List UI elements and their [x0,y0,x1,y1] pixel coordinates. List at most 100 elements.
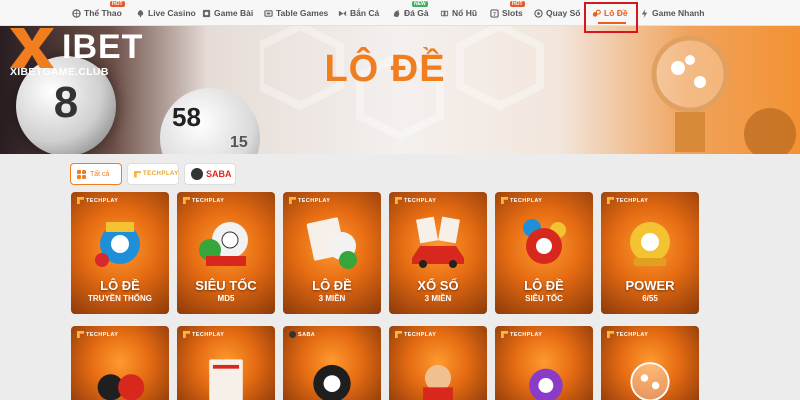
hero-banner: 8 58 15 IBET XIBETGAME.CLUB LÔ ĐỀ [0,26,800,154]
top-nav: Thể Thao HOT Live Casino Game Bài Table … [0,0,800,26]
card-subtitle: MD5 [217,294,235,303]
new-badge: NEW [412,1,428,7]
svg-text:7: 7 [493,11,496,17]
lightning-icon [640,8,649,18]
nav-label: Live Casino [148,8,196,18]
nav-item-table-games[interactable]: Table Games [264,0,328,26]
saba-icon [289,331,296,338]
nav-item-game-bai[interactable]: Game Bài [202,0,253,26]
nav-label: Game Nhanh [652,8,705,18]
nav-item-ban-ca[interactable]: Bắn Cá [338,0,379,26]
nav-label: Nổ Hũ [452,8,478,18]
techplay-icon [395,197,402,204]
provider-filters: Tất cả TECHPLAY SABA [70,163,236,185]
lottery-globe-art [630,362,670,400]
nav-label: Thể Thao [84,8,122,18]
filter-techplay[interactable]: TECHPLAY [127,163,179,185]
lottery-ticket-art [209,359,243,400]
nav-label: Bắn Cá [350,8,380,18]
game-card[interactable]: TECHPLAY [71,326,169,400]
lottery-wheel-icon [534,8,543,18]
techplay-icon [395,331,402,338]
filter-all[interactable]: Tất cả [70,163,122,185]
provider-label: TECHPLAY [607,197,648,204]
rooster-icon [392,9,401,18]
card-subtitle: 3 MIỀN [424,294,452,303]
slots-icon: 7 [490,8,499,18]
game-card[interactable]: TECHPLAY [389,326,487,400]
provider-label: TECHPLAY [395,197,436,204]
provider-label: TECHPLAY [501,197,542,204]
game-card-lo-de-sieu-toc[interactable]: TECHPLAY LÔ ĐỀ SIÊU TỐC [495,192,593,314]
techplay-icon [289,197,296,204]
page-title: LÔ ĐỀ [324,48,446,90]
card-title: XỔ SỐ [417,278,459,293]
hot-badge: HOT [510,1,525,7]
game-card-sieu-toc-md5[interactable]: TECHPLAY SIÊU TỐC MD5 [177,192,275,314]
game-card-lo-de-3-mien[interactable]: TECHPLAY LÔ ĐỀ 3 MIỀN [283,192,381,314]
site-logo[interactable]: IBET XIBETGAME.CLUB [4,26,164,82]
logo-text: IBET [62,28,144,66]
game-card[interactable]: TECHPLAY [495,326,593,400]
casino-icon [136,9,145,18]
ball-55-art [630,222,670,266]
jackpot-icon [440,9,449,18]
provider-label: TECHPLAY [289,197,330,204]
balls-art [199,222,248,266]
filter-saba[interactable]: SABA [184,163,236,185]
techplay-icon [501,197,508,204]
grid-icon [77,169,86,179]
card-title: POWER [625,278,675,293]
saba-icon [191,168,203,180]
table-icon [264,9,273,18]
techplay-icon [607,331,614,338]
nav-item-live-casino[interactable]: Live Casino [136,0,196,26]
nav-item-quay-so[interactable]: Quay Số [534,0,580,26]
techplay-icon [183,197,190,204]
card-subtitle: SIÊU TỐC [525,294,563,303]
nav-item-game-nhanh[interactable]: Game Nhanh [640,0,704,26]
game-card-xo-so-3-mien[interactable]: TECHPLAY XỔ SỐ 3 MIỀN [389,192,487,314]
game-card-lo-de-truyen-thong[interactable]: TECHPLAY LÔ ĐỀ TRUYỀN THỐNG [71,192,169,314]
billiard-balls-art [97,374,145,400]
card-title: LÔ ĐỀ [312,278,352,293]
game-card[interactable]: TECHPLAY [601,326,699,400]
card-title: LÔ ĐỀ [524,278,564,293]
filter-label: Tất cả [90,170,110,178]
lottery-balls-art [95,222,140,267]
game-card-power-6-55[interactable]: TECHPLAY POWER 6/55 [601,192,699,314]
nav-item-slots[interactable]: 7 Slots HOT [490,0,525,26]
nav-label: Đá Gà [404,8,429,18]
provider-label: TECHPLAY [607,331,648,338]
highlight-box [584,2,638,33]
nav-item-no-hu[interactable]: Nổ Hũ [440,0,477,26]
nav-label: Quay Số [546,8,581,18]
card-title: LÔ ĐỀ [100,278,140,293]
car-tickets-art [412,216,464,268]
nav-item-the-thao[interactable]: Thể Thao HOT [72,0,125,26]
game-card[interactable]: SABA [283,326,381,400]
logo-domain: XIBETGAME.CLUB [10,66,109,78]
provider-label: TECHPLAY [395,331,436,338]
nav-label: Game Bài [214,8,254,18]
game-card[interactable]: TECHPLAY [177,326,275,400]
saba-logo: SABA [191,168,232,180]
nav-item-da-ga[interactable]: Đá Gà NEW [392,0,429,26]
lottery-machine-image [651,35,796,154]
techplay-logo: TECHPLAY [134,170,179,178]
provider-label: TECHPLAY [183,331,224,338]
provider-label: TECHPLAY [183,197,224,204]
card-subtitle: 3 MIỀN [318,294,346,303]
ball-31-art [529,368,563,400]
techplay-icon [607,197,614,204]
card-subtitle: TRUYỀN THỐNG [88,294,152,303]
techplay-icon [183,331,190,338]
techplay-icon [77,331,84,338]
fish-icon [338,9,347,18]
cards-icon [202,9,211,18]
sports-icon [72,8,81,18]
ticket-balls-art [306,217,357,269]
card-subtitle: 6/55 [642,294,658,303]
ball-2-art [523,219,566,264]
ball-15-label: 15 [230,134,248,151]
